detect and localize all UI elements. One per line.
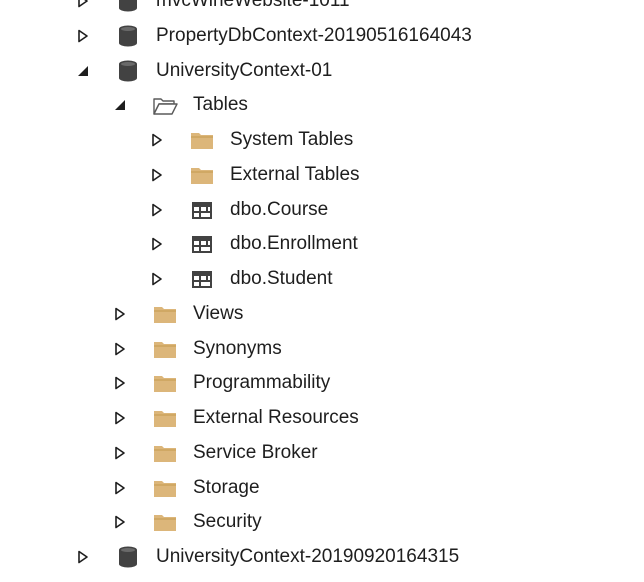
database-icon — [114, 57, 142, 85]
database-icon — [114, 543, 142, 571]
expand-arrow-icon[interactable] — [150, 237, 164, 251]
tree-node-label: Security — [193, 511, 262, 533]
tree-node[interactable]: UniversityContext-20190920164315 — [0, 539, 644, 575]
tree-node-label: mvcWineWebsite-1011 — [156, 0, 350, 11]
folder-icon — [151, 474, 179, 502]
tree-node[interactable]: System Tables — [0, 122, 644, 158]
folder-icon — [151, 369, 179, 397]
tree-node[interactable]: mvcWineWebsite-1011 — [0, 0, 644, 19]
folder-icon — [151, 508, 179, 536]
expand-arrow-icon[interactable] — [113, 307, 127, 321]
tree-node-label: Service Broker — [193, 441, 318, 463]
tree-node[interactable]: External Resources — [0, 400, 644, 436]
tree-node-label: dbo.Course — [230, 198, 329, 220]
tree-node[interactable]: dbo.Course — [0, 192, 644, 228]
tree-node-label: Storage — [193, 476, 260, 498]
tree-node-label: UniversityContext-01 — [156, 59, 333, 81]
folder-icon — [188, 126, 216, 154]
collapse-arrow-icon[interactable] — [76, 64, 90, 78]
expand-arrow-icon[interactable] — [150, 168, 164, 182]
tree-node-label: System Tables — [230, 129, 354, 150]
tree-node[interactable]: PropertyDbContext-20190516164043 — [0, 18, 644, 54]
folder-icon — [151, 439, 179, 467]
folder-icon — [151, 404, 179, 432]
tree-node-label: PropertyDbContext-20190516164043 — [156, 24, 472, 46]
expand-arrow-icon[interactable] — [113, 481, 127, 495]
expand-arrow-icon[interactable] — [113, 446, 127, 460]
tree-node[interactable]: Service Broker — [0, 435, 644, 471]
expand-arrow-icon[interactable] — [76, 0, 90, 8]
tree-node-label: External Resources — [193, 407, 359, 428]
database-icon — [114, 22, 142, 50]
folder-icon — [151, 300, 179, 328]
tree-node[interactable]: UniversityContext-01 — [0, 53, 644, 89]
tree-node-label: dbo.Enrollment — [230, 233, 358, 255]
tree-node[interactable]: dbo.Student — [0, 261, 644, 297]
tree-node[interactable]: Synonyms — [0, 331, 644, 367]
expand-arrow-icon[interactable] — [150, 203, 164, 217]
tree-node-label: External Tables — [230, 163, 360, 185]
tree-node-label: Programmability — [193, 372, 331, 394]
expand-arrow-icon[interactable] — [150, 133, 164, 147]
tree-node[interactable]: External Tables — [0, 157, 644, 193]
tree-node[interactable]: Tables — [0, 87, 644, 123]
collapse-arrow-icon[interactable] — [113, 98, 127, 112]
tree-node-label: UniversityContext-20190920164315 — [156, 546, 460, 567]
tree-node[interactable]: Programmability — [0, 365, 644, 401]
expand-arrow-icon[interactable] — [150, 272, 164, 286]
expand-arrow-icon[interactable] — [113, 515, 127, 529]
tree-node[interactable]: Views — [0, 296, 644, 332]
table-icon — [188, 230, 216, 258]
table-icon — [188, 196, 216, 224]
folder-icon — [151, 335, 179, 363]
tree-node-label: dbo.Student — [230, 268, 333, 289]
expand-arrow-icon[interactable] — [113, 342, 127, 356]
expand-arrow-icon[interactable] — [113, 376, 127, 390]
tree-node-label: Views — [193, 302, 244, 324]
tree-node[interactable]: Storage — [0, 470, 644, 506]
expand-arrow-icon[interactable] — [113, 411, 127, 425]
object-explorer-tree: mvcWineWebsite-1011 PropertyDbContext-201… — [0, 0, 644, 582]
tree-node-label: Tables — [193, 94, 248, 116]
folder-open-icon — [151, 91, 179, 119]
tree-node-label: Synonyms — [193, 337, 282, 359]
database-icon — [114, 0, 142, 15]
expand-arrow-icon[interactable] — [76, 550, 90, 564]
tree-node[interactable]: dbo.Enrollment — [0, 226, 644, 262]
table-icon — [188, 265, 216, 293]
expand-arrow-icon[interactable] — [76, 29, 90, 43]
folder-icon — [188, 161, 216, 189]
tree-node[interactable]: Security — [0, 504, 644, 540]
